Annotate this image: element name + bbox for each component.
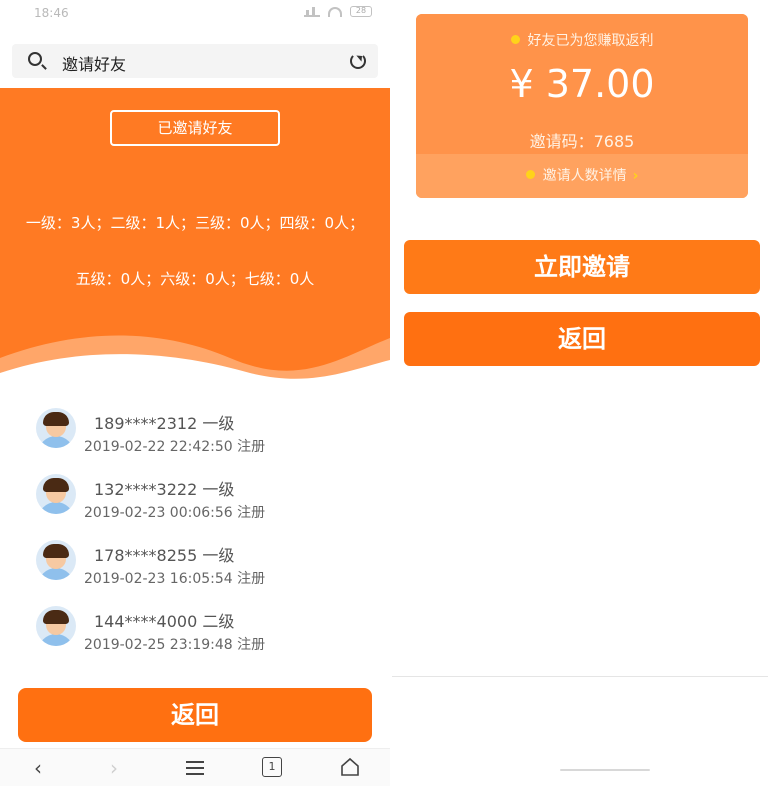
friend-phone: 132****3222 一级: [94, 480, 235, 499]
level-counts-line-2: 五级：0人；六级：0人；七级：0人: [75, 270, 315, 288]
friend-phone: 178****8255 一级: [94, 546, 235, 565]
level-counts-line-1: 一级：3人；二级：1人；三级：0人；四级：0人；: [25, 214, 365, 232]
invite-reward-screen: 好友已为您赚取返利 ¥ 37.00 邀请码：7685 邀请人数详情 › 立即邀请 …: [392, 0, 768, 786]
friend-register-date: 2019-02-22 22:42:50 注册: [84, 439, 266, 455]
invite-now-button[interactable]: 立即邀请: [404, 240, 760, 294]
signal-icon: [304, 6, 320, 17]
list-item[interactable]: 132****3222 一级 2019-02-23 00:06:56 注册: [0, 464, 390, 530]
invite-friends-screen: 18:46 28 邀请好友 已邀请好友 一级：3人；二级：1人；三级：0人；四级…: [0, 0, 390, 786]
friend-register-date: 2019-02-23 16:05:54 注册: [84, 571, 266, 587]
avatar: [36, 606, 76, 646]
chevron-right-icon: ›: [632, 168, 639, 184]
friend-phone: 144****4000 二级: [94, 612, 235, 631]
browser-nav-bar: ‹ › 1: [0, 748, 390, 786]
status-icons: 28: [304, 6, 372, 17]
earnings-amount: ¥ 37.00: [509, 62, 655, 106]
status-bar: 18:46 28: [0, 0, 390, 28]
friend-phone: 189****2312 一级: [94, 414, 235, 433]
earnings-card: 好友已为您赚取返利 ¥ 37.00 邀请码：7685 邀请人数详情 ›: [416, 14, 748, 198]
tabs-icon[interactable]: 1: [262, 757, 282, 777]
divider: [392, 676, 768, 677]
avatar: [36, 540, 76, 580]
search-bar[interactable]: 邀请好友: [12, 44, 378, 78]
home-icon[interactable]: [340, 757, 360, 777]
back-icon[interactable]: ‹: [34, 757, 42, 779]
friend-register-date: 2019-02-23 00:06:56 注册: [84, 505, 266, 521]
wave-decoration: [0, 335, 390, 388]
friend-list: 189****2312 一级 2019-02-22 22:42:50 注册 13…: [0, 398, 390, 662]
dot-icon: [510, 35, 520, 44]
invite-summary-banner: 已邀请好友 一级：3人；二级：1人；三级：0人；四级：0人； 五级：0人；六级：…: [0, 88, 390, 388]
list-item[interactable]: 144****4000 二级 2019-02-25 23:19:48 注册: [0, 596, 390, 662]
dot-icon: [525, 170, 535, 179]
status-time: 18:46: [34, 6, 69, 20]
friend-register-date: 2019-02-25 23:19:48 注册: [84, 637, 266, 653]
forward-icon[interactable]: ›: [110, 757, 118, 779]
search-title[interactable]: 邀请好友: [62, 51, 126, 75]
back-button[interactable]: 返回: [404, 312, 760, 366]
invited-friends-button[interactable]: 已邀请好友: [110, 110, 280, 146]
home-indicator: [560, 769, 650, 771]
wifi-icon: [328, 6, 342, 17]
refresh-icon[interactable]: [350, 53, 366, 69]
list-item[interactable]: 178****8255 一级 2019-02-23 16:05:54 注册: [0, 530, 390, 596]
avatar: [36, 474, 76, 514]
earnings-label: 好友已为您赚取返利: [416, 30, 748, 50]
invite-code: 邀请码：7685: [529, 132, 635, 151]
search-icon[interactable]: [28, 52, 42, 66]
avatar: [36, 408, 76, 448]
menu-icon[interactable]: [186, 761, 204, 779]
battery-icon: 28: [350, 6, 372, 17]
list-item[interactable]: 189****2312 一级 2019-02-22 22:42:50 注册: [0, 398, 390, 464]
invite-detail-link[interactable]: 邀请人数详情 ›: [416, 154, 748, 198]
back-button[interactable]: 返回: [18, 688, 372, 742]
